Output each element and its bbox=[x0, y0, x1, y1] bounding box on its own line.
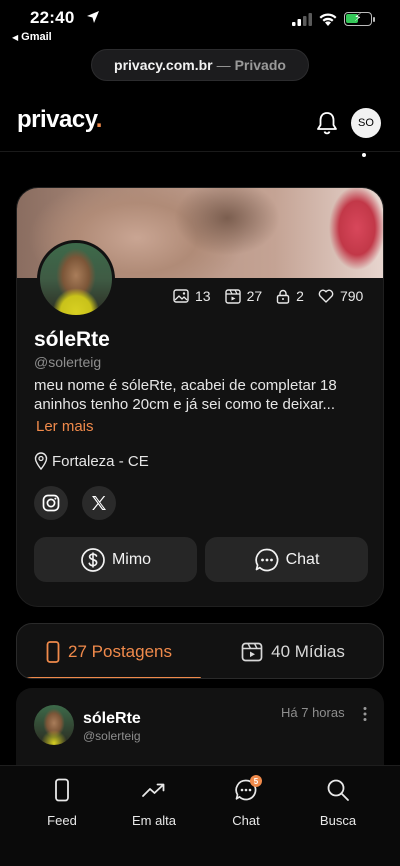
location-arrow-icon bbox=[87, 11, 99, 23]
post-timestamp: Há 7 horas bbox=[281, 705, 345, 720]
chat-button[interactable]: Chat bbox=[205, 537, 368, 582]
video-clapper-icon bbox=[241, 642, 263, 662]
cellular-signal-icon bbox=[292, 13, 312, 26]
content-tabs: 27 Postagens 40 Mídias bbox=[16, 623, 384, 679]
battery-tip bbox=[373, 17, 375, 22]
stat-likes: 790 bbox=[318, 288, 363, 304]
post-author-avatar[interactable] bbox=[34, 705, 74, 745]
profile-stats: 13 27 2 790 bbox=[173, 288, 363, 304]
heart-icon bbox=[318, 289, 334, 303]
chat-unread-badge: 5 bbox=[250, 775, 262, 787]
phone-icon bbox=[46, 641, 60, 663]
mimo-button[interactable]: Mimo bbox=[34, 537, 197, 582]
stat-videos: 27 bbox=[224, 288, 262, 304]
profile-avatar[interactable] bbox=[37, 240, 115, 318]
profile-bio: meu nome é sóleRte, acabei de completar … bbox=[34, 377, 337, 413]
phone-icon bbox=[55, 778, 69, 802]
bottom-navigation: Feed Em alta 5 Chat Busca bbox=[0, 765, 400, 866]
app-header: privacy. SO bbox=[0, 96, 400, 152]
active-indicator-dot bbox=[362, 153, 366, 157]
nav-chat[interactable]: 5 Chat bbox=[200, 775, 292, 828]
tab-posts[interactable]: 27 Postagens bbox=[17, 624, 201, 678]
status-time: 22:40 bbox=[30, 8, 75, 27]
active-tab-underline bbox=[19, 677, 201, 678]
status-bar: 22:40 ◀ Gmail ⚡ bbox=[0, 0, 400, 48]
instagram-button[interactable] bbox=[34, 486, 68, 520]
browsing-mode: Privado bbox=[234, 57, 286, 73]
battery-icon: ⚡ bbox=[344, 12, 372, 26]
nav-trending-label: Em alta bbox=[131, 813, 177, 828]
privacy-logo[interactable]: privacy. bbox=[17, 106, 102, 134]
trending-up-icon bbox=[142, 783, 165, 797]
profile-card: 13 27 2 790 sóleRte @solerteig meu nome … bbox=[16, 187, 384, 607]
nav-search[interactable]: Busca bbox=[292, 776, 384, 828]
nav-trending[interactable]: Em alta bbox=[108, 776, 200, 828]
stat-locked: 2 bbox=[276, 288, 304, 304]
nav-feed-label: Feed bbox=[47, 813, 77, 828]
wifi-icon bbox=[319, 13, 337, 26]
notifications-bell-icon[interactable] bbox=[316, 111, 338, 135]
profile-name: sóleRte bbox=[34, 328, 110, 351]
url-separator: — bbox=[216, 57, 231, 73]
nav-search-label: Busca bbox=[319, 813, 357, 828]
profile-handle: @solerteig bbox=[34, 354, 102, 370]
url-domain: privacy.com.br bbox=[114, 57, 213, 73]
back-triangle-icon: ◀ bbox=[12, 33, 19, 42]
instagram-icon bbox=[42, 494, 60, 512]
user-avatar-button[interactable]: SO bbox=[351, 108, 381, 138]
x-twitter-button[interactable] bbox=[82, 486, 116, 520]
x-logo-icon bbox=[92, 496, 106, 510]
video-clapper-icon bbox=[224, 288, 241, 304]
read-more-link[interactable]: Ler mais bbox=[36, 418, 94, 435]
chat-bubble-icon bbox=[254, 548, 278, 571]
tab-media[interactable]: 40 Mídias bbox=[201, 624, 383, 678]
nav-chat-label: Chat bbox=[232, 813, 260, 828]
search-icon bbox=[327, 779, 349, 801]
back-to-app-link[interactable]: ◀ Gmail bbox=[12, 31, 52, 43]
nav-feed[interactable]: Feed bbox=[16, 776, 108, 828]
more-options-icon[interactable] bbox=[362, 706, 368, 722]
post-author-handle: @solerteig bbox=[83, 729, 141, 743]
map-pin-icon bbox=[34, 452, 48, 470]
lock-icon bbox=[276, 289, 290, 304]
address-bar[interactable]: privacy.com.br — Privado bbox=[91, 49, 309, 81]
post-author-name[interactable]: sóleRte bbox=[83, 710, 141, 728]
dollar-coin-icon bbox=[81, 547, 105, 572]
profile-location: Fortaleza - CE bbox=[34, 452, 149, 470]
stat-photos: 13 bbox=[173, 288, 211, 304]
image-icon bbox=[173, 289, 189, 303]
